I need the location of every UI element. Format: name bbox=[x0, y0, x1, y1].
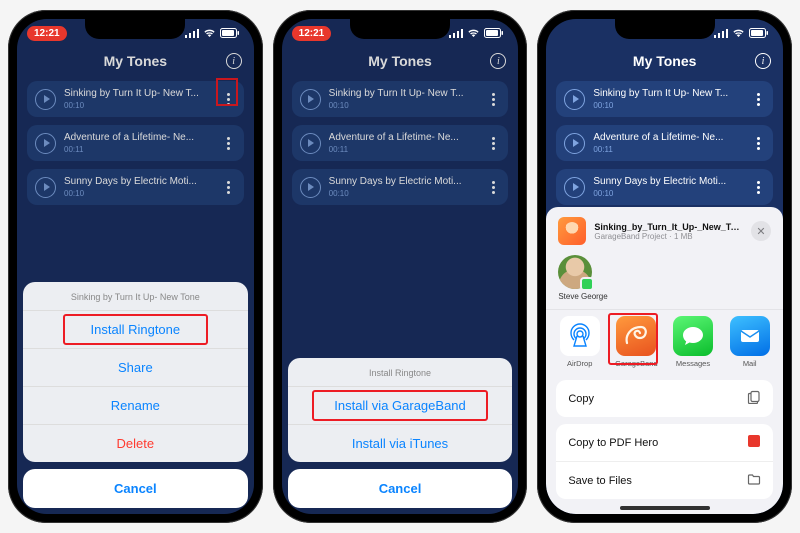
battery-icon bbox=[484, 28, 504, 38]
app-garageband[interactable]: GarageBand bbox=[615, 316, 658, 368]
pdf-hero-icon bbox=[747, 434, 761, 451]
save-to-files-button[interactable]: Save to Files bbox=[556, 461, 773, 499]
app-mail[interactable]: Mail bbox=[728, 316, 771, 368]
install-itunes-button[interactable]: Install via iTunes bbox=[288, 424, 513, 462]
airdrop-icon bbox=[560, 316, 600, 356]
play-icon[interactable] bbox=[564, 177, 585, 198]
apps-row: AirDrop GarageBand Messages bbox=[546, 309, 783, 380]
share-header: Sinking_by_Turn_It_Up-_New_Tone GarageBa… bbox=[546, 207, 783, 253]
tone-title: Adventure of a Lifetime- Ne... bbox=[593, 132, 743, 143]
notch bbox=[350, 19, 450, 39]
option-label: Install Ringtone bbox=[91, 322, 181, 337]
screen-header: My Tones i bbox=[546, 47, 783, 75]
tone-duration: 00:10 bbox=[593, 101, 743, 110]
messages-icon bbox=[673, 316, 713, 356]
app-label: AirDrop bbox=[567, 359, 592, 368]
tone-duration: 00:10 bbox=[593, 189, 743, 198]
notch bbox=[615, 19, 715, 39]
status-icons bbox=[449, 28, 504, 38]
cancel-button[interactable]: Cancel bbox=[23, 469, 248, 508]
battery-icon bbox=[749, 28, 769, 38]
sheet-title: Sinking by Turn It Up- New Tone bbox=[23, 282, 248, 310]
signal-icon bbox=[185, 29, 199, 38]
app-messages[interactable]: Messages bbox=[672, 316, 715, 368]
action-sheet: Install Ringtone Install via GarageBand … bbox=[288, 358, 513, 508]
home-indicator[interactable] bbox=[620, 506, 710, 510]
folder-icon bbox=[747, 472, 761, 489]
copy-icon bbox=[747, 390, 761, 407]
tone-item[interactable]: Sinking by Turn It Up- New T... 00:10 bbox=[556, 81, 773, 117]
sheet-card: Sinking by Turn It Up- New Tone Install … bbox=[23, 282, 248, 462]
play-icon[interactable] bbox=[564, 133, 585, 154]
status-icons bbox=[185, 28, 240, 38]
sheet-card: Install Ringtone Install via GarageBand … bbox=[288, 358, 513, 462]
install-garageband-button[interactable]: Install via GarageBand bbox=[288, 386, 513, 424]
tone-item[interactable]: Adventure of a Lifetime- Ne... 00:11 bbox=[556, 125, 773, 161]
play-icon[interactable] bbox=[564, 89, 585, 110]
file-name: Sinking_by_Turn_It_Up-_New_Tone bbox=[594, 222, 743, 232]
wifi-icon bbox=[467, 28, 480, 38]
time-pill: 12:21 bbox=[292, 26, 332, 41]
option-label: Install via GarageBand bbox=[334, 398, 466, 413]
app-airdrop[interactable]: AirDrop bbox=[558, 316, 601, 368]
file-subtitle: GarageBand Project · 1 MB bbox=[594, 232, 743, 241]
action-label: Copy bbox=[568, 393, 594, 405]
action-label: Save to Files bbox=[568, 475, 632, 487]
signal-icon bbox=[449, 29, 463, 38]
phone-frame-2: 12:21 My Tones i Sinking by Turn It Up- … bbox=[273, 10, 528, 523]
share-button[interactable]: Share bbox=[23, 348, 248, 386]
whatsapp-badge-icon bbox=[580, 277, 594, 291]
battery-icon bbox=[220, 28, 240, 38]
screen-1: 12:21 My Tones i Sinking by Turn It Up- … bbox=[17, 19, 254, 514]
info-icon[interactable]: i bbox=[755, 53, 771, 69]
file-thumb-icon bbox=[558, 217, 586, 245]
file-meta: Sinking_by_Turn_It_Up-_New_Tone GarageBa… bbox=[594, 222, 743, 241]
sheet-title: Install Ringtone bbox=[288, 358, 513, 386]
action-label: Copy to PDF Hero bbox=[568, 437, 658, 449]
wifi-icon bbox=[203, 28, 216, 38]
time-pill: 12:21 bbox=[27, 26, 67, 41]
page-title: My Tones bbox=[633, 53, 697, 69]
mail-icon bbox=[730, 316, 770, 356]
notch bbox=[85, 19, 185, 39]
app-label: Mail bbox=[743, 359, 757, 368]
share-sheet: Sinking_by_Turn_It_Up-_New_Tone GarageBa… bbox=[546, 207, 783, 514]
wifi-icon bbox=[732, 28, 745, 38]
phone-frame-1: 12:21 My Tones i Sinking by Turn It Up- … bbox=[8, 10, 263, 523]
contact-row[interactable]: Steve George bbox=[546, 253, 783, 309]
action-list: Copy Copy to PDF Hero Save to Files bbox=[546, 380, 783, 509]
cancel-button[interactable]: Cancel bbox=[288, 469, 513, 508]
more-icon[interactable] bbox=[751, 181, 765, 194]
tone-duration: 00:11 bbox=[593, 145, 743, 154]
contact-name: Steve George bbox=[558, 292, 771, 301]
garageband-icon bbox=[616, 316, 656, 356]
delete-button[interactable]: Delete bbox=[23, 424, 248, 462]
copy-pdf-hero-button[interactable]: Copy to PDF Hero bbox=[556, 424, 773, 461]
avatar-wrap bbox=[558, 255, 592, 289]
copy-button[interactable]: Copy bbox=[556, 380, 773, 417]
signal-icon bbox=[714, 29, 728, 38]
screen-3: My Tones i Sinking by Turn It Up- New T.… bbox=[546, 19, 783, 514]
tone-title: Sinking by Turn It Up- New T... bbox=[593, 88, 743, 99]
rename-button[interactable]: Rename bbox=[23, 386, 248, 424]
install-ringtone-button[interactable]: Install Ringtone bbox=[23, 310, 248, 348]
screen-2: 12:21 My Tones i Sinking by Turn It Up- … bbox=[282, 19, 519, 514]
more-icon[interactable] bbox=[751, 137, 765, 150]
more-icon[interactable] bbox=[751, 93, 765, 106]
tone-item[interactable]: Sunny Days by Electric Moti... 00:10 bbox=[556, 169, 773, 205]
tones-list: Sinking by Turn It Up- New T... 00:10 Adv… bbox=[546, 75, 783, 211]
app-label: GarageBand bbox=[615, 359, 658, 368]
close-icon[interactable]: ✕ bbox=[751, 221, 771, 241]
action-sheet: Sinking by Turn It Up- New Tone Install … bbox=[23, 282, 248, 508]
tone-title: Sunny Days by Electric Moti... bbox=[593, 176, 743, 187]
phone-frame-3: My Tones i Sinking by Turn It Up- New T.… bbox=[537, 10, 792, 523]
status-icons bbox=[714, 28, 769, 38]
app-label: Messages bbox=[676, 359, 710, 368]
